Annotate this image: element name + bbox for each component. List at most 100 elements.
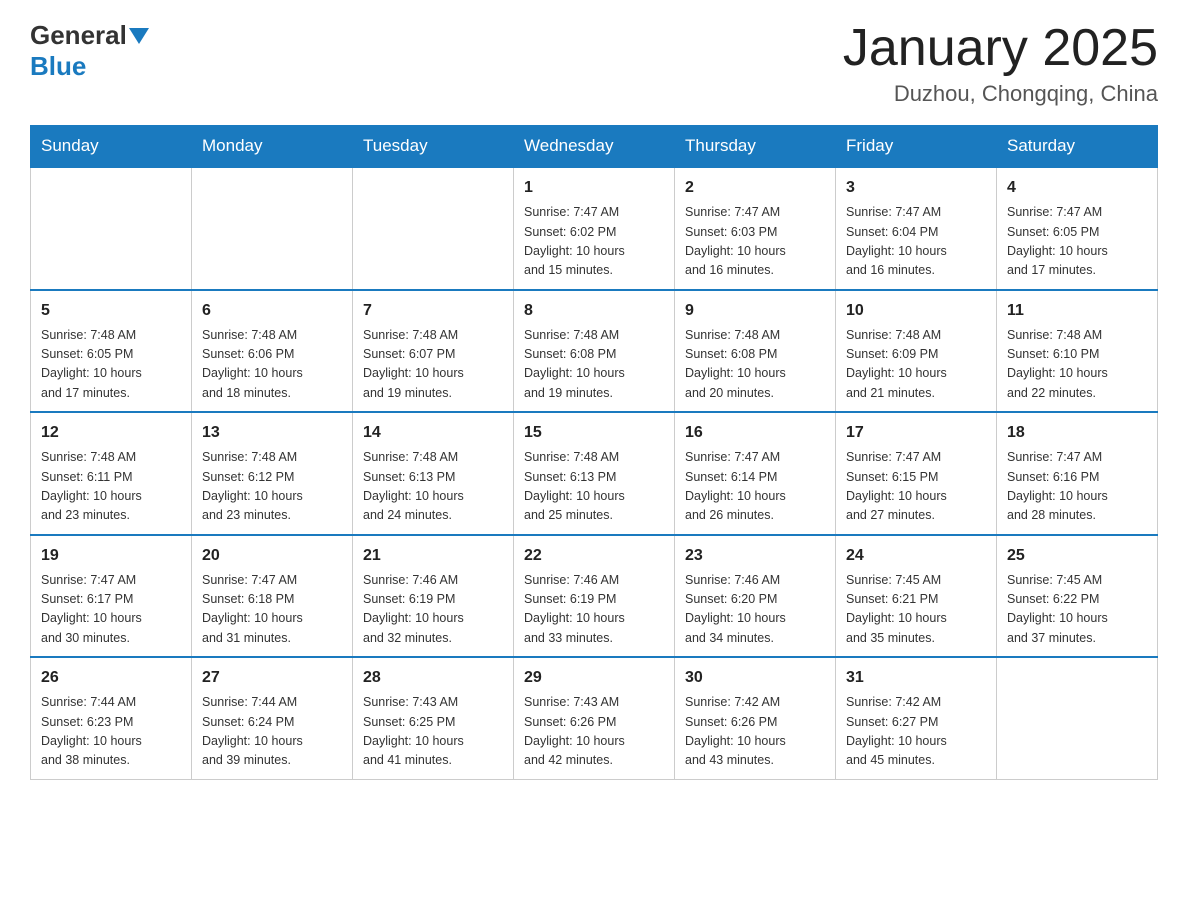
calendar-header-sunday: Sunday bbox=[31, 126, 192, 168]
calendar-header-monday: Monday bbox=[192, 126, 353, 168]
calendar-cell: 7 Sunrise: 7:48 AMSunset: 6:07 PMDaylight… bbox=[353, 290, 514, 413]
day-number: 5 bbox=[41, 299, 181, 323]
day-number: 13 bbox=[202, 421, 342, 445]
title-section: January 2025 Duzhou, Chongqing, China bbox=[843, 20, 1158, 107]
day-info: Sunrise: 7:48 AMSunset: 6:13 PMDaylight:… bbox=[363, 448, 503, 526]
day-number: 4 bbox=[1007, 176, 1147, 200]
day-number: 3 bbox=[846, 176, 986, 200]
day-info: Sunrise: 7:43 AMSunset: 6:26 PMDaylight:… bbox=[524, 693, 664, 771]
day-info: Sunrise: 7:47 AMSunset: 6:03 PMDaylight:… bbox=[685, 203, 825, 281]
calendar-table: SundayMondayTuesdayWednesdayThursdayFrid… bbox=[30, 125, 1158, 780]
day-info: Sunrise: 7:48 AMSunset: 6:05 PMDaylight:… bbox=[41, 326, 181, 404]
day-info: Sunrise: 7:47 AMSunset: 6:15 PMDaylight:… bbox=[846, 448, 986, 526]
day-info: Sunrise: 7:47 AMSunset: 6:18 PMDaylight:… bbox=[202, 571, 342, 649]
week-row-1: 1 Sunrise: 7:47 AMSunset: 6:02 PMDaylight… bbox=[31, 167, 1158, 290]
calendar-cell: 4Sunrise: 7:47 AMSunset: 6:05 PMDaylight… bbox=[997, 167, 1158, 290]
day-info: Sunrise: 7:43 AMSunset: 6:25 PMDaylight:… bbox=[363, 693, 503, 771]
calendar-cell: 18Sunrise: 7:47 AMSunset: 6:16 PMDayligh… bbox=[997, 412, 1158, 535]
day-info: Sunrise: 7:47 AMSunset: 6:02 PMDaylight:… bbox=[524, 203, 664, 281]
logo-blue-text: Blue bbox=[30, 51, 86, 81]
calendar-cell: 19 Sunrise: 7:47 AMSunset: 6:17 PMDayligh… bbox=[31, 535, 192, 658]
calendar-cell: 16 Sunrise: 7:47 AMSunset: 6:14 PMDayligh… bbox=[675, 412, 836, 535]
day-number: 14 bbox=[363, 421, 503, 445]
calendar-header-saturday: Saturday bbox=[997, 126, 1158, 168]
calendar-header-friday: Friday bbox=[836, 126, 997, 168]
day-number: 24 bbox=[846, 544, 986, 568]
day-info: Sunrise: 7:46 AMSunset: 6:19 PMDaylight:… bbox=[524, 571, 664, 649]
day-info: Sunrise: 7:47 AMSunset: 6:16 PMDaylight:… bbox=[1007, 448, 1147, 526]
day-number: 20 bbox=[202, 544, 342, 568]
day-info: Sunrise: 7:47 AMSunset: 6:14 PMDaylight:… bbox=[685, 448, 825, 526]
calendar-cell: 6 Sunrise: 7:48 AMSunset: 6:06 PMDaylight… bbox=[192, 290, 353, 413]
calendar-header-wednesday: Wednesday bbox=[514, 126, 675, 168]
day-info: Sunrise: 7:42 AMSunset: 6:27 PMDaylight:… bbox=[846, 693, 986, 771]
day-info: Sunrise: 7:48 AMSunset: 6:08 PMDaylight:… bbox=[524, 326, 664, 404]
day-number: 9 bbox=[685, 299, 825, 323]
calendar-cell: 31 Sunrise: 7:42 AMSunset: 6:27 PMDayligh… bbox=[836, 657, 997, 779]
day-info: Sunrise: 7:48 AMSunset: 6:11 PMDaylight:… bbox=[41, 448, 181, 526]
day-info: Sunrise: 7:46 AMSunset: 6:19 PMDaylight:… bbox=[363, 571, 503, 649]
day-number: 30 bbox=[685, 666, 825, 690]
day-number: 22 bbox=[524, 544, 664, 568]
day-number: 1 bbox=[524, 176, 664, 200]
day-number: 25 bbox=[1007, 544, 1147, 568]
calendar-cell bbox=[192, 167, 353, 290]
day-number: 28 bbox=[363, 666, 503, 690]
day-info: Sunrise: 7:44 AMSunset: 6:23 PMDaylight:… bbox=[41, 693, 181, 771]
calendar-header-thursday: Thursday bbox=[675, 126, 836, 168]
day-number: 12 bbox=[41, 421, 181, 445]
calendar-cell: 26 Sunrise: 7:44 AMSunset: 6:23 PMDayligh… bbox=[31, 657, 192, 779]
calendar-header-row: SundayMondayTuesdayWednesdayThursdayFrid… bbox=[31, 126, 1158, 168]
day-info: Sunrise: 7:48 AMSunset: 6:06 PMDaylight:… bbox=[202, 326, 342, 404]
calendar-cell: 1 Sunrise: 7:47 AMSunset: 6:02 PMDaylight… bbox=[514, 167, 675, 290]
day-info: Sunrise: 7:46 AMSunset: 6:20 PMDaylight:… bbox=[685, 571, 825, 649]
day-info: Sunrise: 7:47 AMSunset: 6:17 PMDaylight:… bbox=[41, 571, 181, 649]
calendar-cell: 24 Sunrise: 7:45 AMSunset: 6:21 PMDayligh… bbox=[836, 535, 997, 658]
day-info: Sunrise: 7:44 AMSunset: 6:24 PMDaylight:… bbox=[202, 693, 342, 771]
day-info: Sunrise: 7:47 AMSunset: 6:04 PMDaylight:… bbox=[846, 203, 986, 281]
day-number: 29 bbox=[524, 666, 664, 690]
day-info: Sunrise: 7:48 AMSunset: 6:13 PMDaylight:… bbox=[524, 448, 664, 526]
calendar-cell: 5 Sunrise: 7:48 AMSunset: 6:05 PMDaylight… bbox=[31, 290, 192, 413]
calendar-cell: 23 Sunrise: 7:46 AMSunset: 6:20 PMDayligh… bbox=[675, 535, 836, 658]
calendar-cell: 9Sunrise: 7:48 AMSunset: 6:08 PMDaylight… bbox=[675, 290, 836, 413]
day-info: Sunrise: 7:42 AMSunset: 6:26 PMDaylight:… bbox=[685, 693, 825, 771]
month-title: January 2025 bbox=[843, 20, 1158, 77]
day-info: Sunrise: 7:48 AMSunset: 6:12 PMDaylight:… bbox=[202, 448, 342, 526]
day-number: 16 bbox=[685, 421, 825, 445]
day-number: 15 bbox=[524, 421, 664, 445]
day-info: Sunrise: 7:45 AMSunset: 6:21 PMDaylight:… bbox=[846, 571, 986, 649]
logo-triangle-icon bbox=[129, 28, 149, 44]
calendar-cell bbox=[353, 167, 514, 290]
day-info: Sunrise: 7:48 AMSunset: 6:10 PMDaylight:… bbox=[1007, 326, 1147, 404]
calendar-cell: 30 Sunrise: 7:42 AMSunset: 6:26 PMDayligh… bbox=[675, 657, 836, 779]
location-text: Duzhou, Chongqing, China bbox=[843, 81, 1158, 107]
calendar-cell bbox=[31, 167, 192, 290]
day-number: 6 bbox=[202, 299, 342, 323]
calendar-cell: 25 Sunrise: 7:45 AMSunset: 6:22 PMDayligh… bbox=[997, 535, 1158, 658]
calendar-cell bbox=[997, 657, 1158, 779]
day-info: Sunrise: 7:48 AMSunset: 6:07 PMDaylight:… bbox=[363, 326, 503, 404]
calendar-cell: 12 Sunrise: 7:48 AMSunset: 6:11 PMDayligh… bbox=[31, 412, 192, 535]
day-number: 31 bbox=[846, 666, 986, 690]
day-number: 26 bbox=[41, 666, 181, 690]
day-number: 17 bbox=[846, 421, 986, 445]
calendar-cell: 2Sunrise: 7:47 AMSunset: 6:03 PMDaylight… bbox=[675, 167, 836, 290]
day-number: 27 bbox=[202, 666, 342, 690]
calendar-cell: 11Sunrise: 7:48 AMSunset: 6:10 PMDayligh… bbox=[997, 290, 1158, 413]
day-number: 23 bbox=[685, 544, 825, 568]
day-info: Sunrise: 7:45 AMSunset: 6:22 PMDaylight:… bbox=[1007, 571, 1147, 649]
day-number: 7 bbox=[363, 299, 503, 323]
week-row-4: 19 Sunrise: 7:47 AMSunset: 6:17 PMDayligh… bbox=[31, 535, 1158, 658]
day-number: 19 bbox=[41, 544, 181, 568]
day-number: 10 bbox=[846, 299, 986, 323]
calendar-cell: 3 Sunrise: 7:47 AMSunset: 6:04 PMDaylight… bbox=[836, 167, 997, 290]
logo-general-text: General bbox=[30, 20, 127, 51]
day-info: Sunrise: 7:48 AMSunset: 6:09 PMDaylight:… bbox=[846, 326, 986, 404]
calendar-cell: 17 Sunrise: 7:47 AMSunset: 6:15 PMDayligh… bbox=[836, 412, 997, 535]
calendar-cell: 29 Sunrise: 7:43 AMSunset: 6:26 PMDayligh… bbox=[514, 657, 675, 779]
calendar-cell: 21Sunrise: 7:46 AMSunset: 6:19 PMDayligh… bbox=[353, 535, 514, 658]
day-number: 8 bbox=[524, 299, 664, 323]
calendar-cell: 8 Sunrise: 7:48 AMSunset: 6:08 PMDaylight… bbox=[514, 290, 675, 413]
calendar-cell: 28 Sunrise: 7:43 AMSunset: 6:25 PMDayligh… bbox=[353, 657, 514, 779]
